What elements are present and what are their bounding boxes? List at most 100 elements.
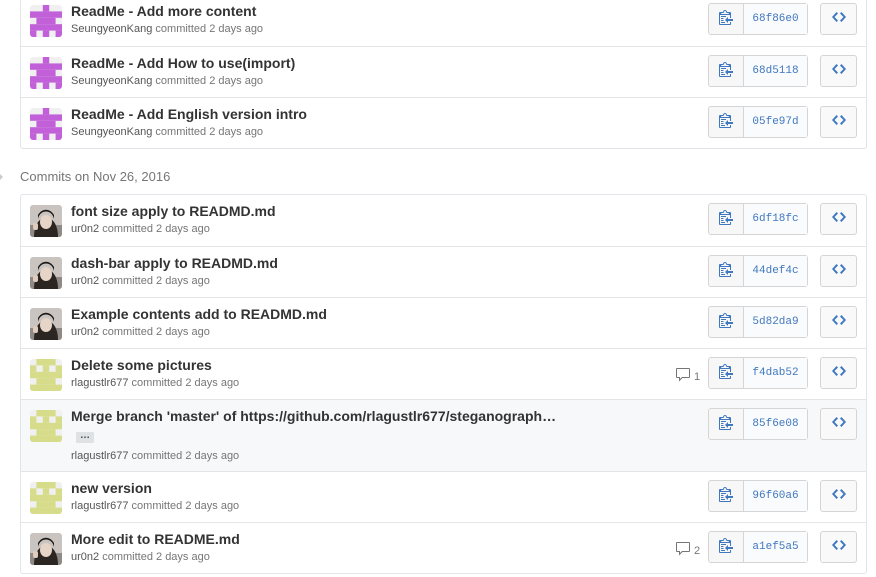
avatar[interactable]	[30, 108, 62, 140]
commit-sha-link[interactable]: 85f6e08	[744, 409, 807, 439]
comment-count-link[interactable]: 2	[675, 541, 700, 560]
avatar[interactable]	[30, 308, 62, 340]
commit-sha-link[interactable]: 05fe97d	[744, 107, 807, 137]
commit-date-heading: Commits on Nov 26, 2016	[20, 169, 171, 184]
commit-row: Delete some pictures rlagustlr677 committ…	[21, 348, 866, 399]
commit-message-link[interactable]: new version	[71, 480, 152, 496]
code-icon	[831, 112, 846, 133]
avatar[interactable]	[30, 57, 62, 89]
commit-sha-link[interactable]: 68f86e0	[744, 4, 807, 34]
copy-sha-button[interactable]	[709, 107, 744, 137]
commit-author-link[interactable]: rlagustlr677	[71, 377, 128, 389]
browse-tree-button[interactable]	[820, 3, 857, 35]
copy-sha-button[interactable]	[709, 307, 744, 337]
commit-sha-link[interactable]: 5d82da9	[744, 307, 807, 337]
commit-sha-link[interactable]: 44def4c	[744, 256, 807, 286]
commit-meta: ur0n2 committed 2 days ago	[71, 275, 210, 287]
commit-verb: committed	[102, 551, 153, 563]
browse-tree-button[interactable]	[820, 480, 857, 512]
commit-sha-group: 85f6e08	[708, 408, 808, 440]
comment-icon	[675, 367, 691, 386]
commit-message-link[interactable]: ReadMe - Add How to use(import)	[71, 55, 295, 71]
copy-sha-button[interactable]	[709, 256, 744, 286]
browse-tree-button[interactable]	[820, 408, 857, 440]
commit-time: 2 days ago	[156, 275, 210, 287]
copy-sha-button[interactable]	[709, 204, 744, 234]
commit-sha-group: 44def4c	[708, 255, 808, 287]
commit-message-link[interactable]: dash-bar apply to READMD.md	[71, 255, 278, 271]
commit-verb: committed	[131, 500, 183, 512]
commit-sha-link[interactable]: 68d5118	[744, 56, 807, 86]
copy-sha-button[interactable]	[709, 56, 744, 86]
commit-sha-group: 5d82da9	[708, 306, 808, 338]
commit-time: 2 days ago	[185, 500, 240, 512]
commit-author-link[interactable]: rlagustlr677	[71, 450, 128, 462]
copy-sha-button[interactable]	[709, 358, 744, 388]
commit-message-link[interactable]: More edit to README.md	[71, 531, 240, 547]
browse-tree-button[interactable]	[820, 357, 857, 389]
browse-tree-button[interactable]	[820, 306, 857, 338]
commit-author-link[interactable]: ur0n2	[71, 223, 99, 235]
code-icon	[831, 209, 846, 230]
clippy-icon	[719, 486, 733, 507]
commit-sha-group: 68f86e0	[708, 3, 808, 35]
commit-message-link[interactable]: Delete some pictures	[71, 357, 212, 373]
avatar[interactable]	[30, 359, 62, 391]
commit-time: 2 days ago	[185, 377, 240, 389]
commit-author-link[interactable]: SeungyeonKang	[71, 126, 152, 138]
commit-message-link[interactable]: font size apply to READMD.md	[71, 203, 276, 219]
browse-tree-button[interactable]	[820, 55, 857, 87]
code-icon	[831, 9, 846, 30]
copy-sha-button[interactable]	[709, 409, 744, 439]
copy-sha-button[interactable]	[709, 481, 744, 511]
copy-sha-button[interactable]	[709, 4, 744, 34]
commit-sha-group: a1ef5a5	[708, 531, 808, 563]
commit-author-link[interactable]: rlagustlr677	[71, 500, 128, 512]
commit-author-link[interactable]: ur0n2	[71, 275, 99, 287]
commit-message-link[interactable]: ReadMe - Add more content	[71, 3, 256, 19]
clippy-icon	[719, 261, 733, 282]
avatar[interactable]	[30, 482, 62, 514]
commit-verb: committed	[131, 377, 183, 389]
commit-sha-link[interactable]: 6df18fc	[744, 204, 807, 234]
browse-tree-button[interactable]	[820, 106, 857, 138]
avatar[interactable]	[30, 533, 62, 565]
expand-message-button[interactable]: …	[76, 431, 94, 443]
commit-author-link[interactable]: ur0n2	[71, 326, 99, 338]
browse-tree-button[interactable]	[820, 203, 857, 235]
clippy-icon	[719, 209, 733, 230]
commit-sha-link[interactable]: a1ef5a5	[744, 532, 807, 562]
commit-verb: committed	[155, 23, 207, 35]
avatar[interactable]	[30, 410, 62, 442]
commit-sha-link[interactable]: f4dab52	[744, 358, 807, 388]
comment-count: 2	[694, 544, 701, 557]
clippy-icon	[719, 414, 733, 435]
avatar[interactable]	[30, 257, 62, 289]
commit-row: Example contents add to READMD.md ur0n2 c…	[21, 297, 866, 348]
copy-sha-button[interactable]	[709, 532, 744, 562]
comment-icon	[675, 541, 691, 560]
commit-sha-link[interactable]: 96f60a6	[744, 481, 807, 511]
commit-author-link[interactable]: ur0n2	[71, 551, 99, 563]
commit-row: font size apply to READMD.md ur0n2 commit…	[21, 195, 866, 246]
commit-sha-group: 96f60a6	[708, 480, 808, 512]
commit-time: 2 days ago	[156, 223, 210, 235]
commit-meta: ur0n2 committed 2 days ago	[71, 223, 210, 235]
browse-tree-button[interactable]	[820, 255, 857, 287]
commit-message-link[interactable]: Example contents add to READMD.md	[71, 306, 327, 322]
commit-author-link[interactable]: SeungyeonKang	[71, 23, 152, 35]
commit-message-link[interactable]: Merge branch 'master' of https://github.…	[71, 408, 556, 424]
comment-count: 1	[694, 370, 701, 383]
avatar[interactable]	[30, 205, 62, 237]
commit-meta: SeungyeonKang committed 2 days ago	[71, 75, 263, 87]
browse-tree-button[interactable]	[820, 531, 857, 563]
avatar[interactable]	[30, 5, 62, 37]
code-icon	[831, 537, 846, 558]
commit-row: ReadMe - Add How to use(import) Seungyeon…	[21, 46, 866, 97]
commit-message-link[interactable]: ReadMe - Add English version intro	[71, 106, 307, 122]
commit-time: 2 days ago	[209, 126, 264, 138]
comment-count-link[interactable]: 1	[675, 367, 700, 386]
commit-author-link[interactable]: SeungyeonKang	[71, 75, 152, 87]
clippy-icon	[719, 112, 733, 133]
code-icon	[831, 312, 846, 333]
